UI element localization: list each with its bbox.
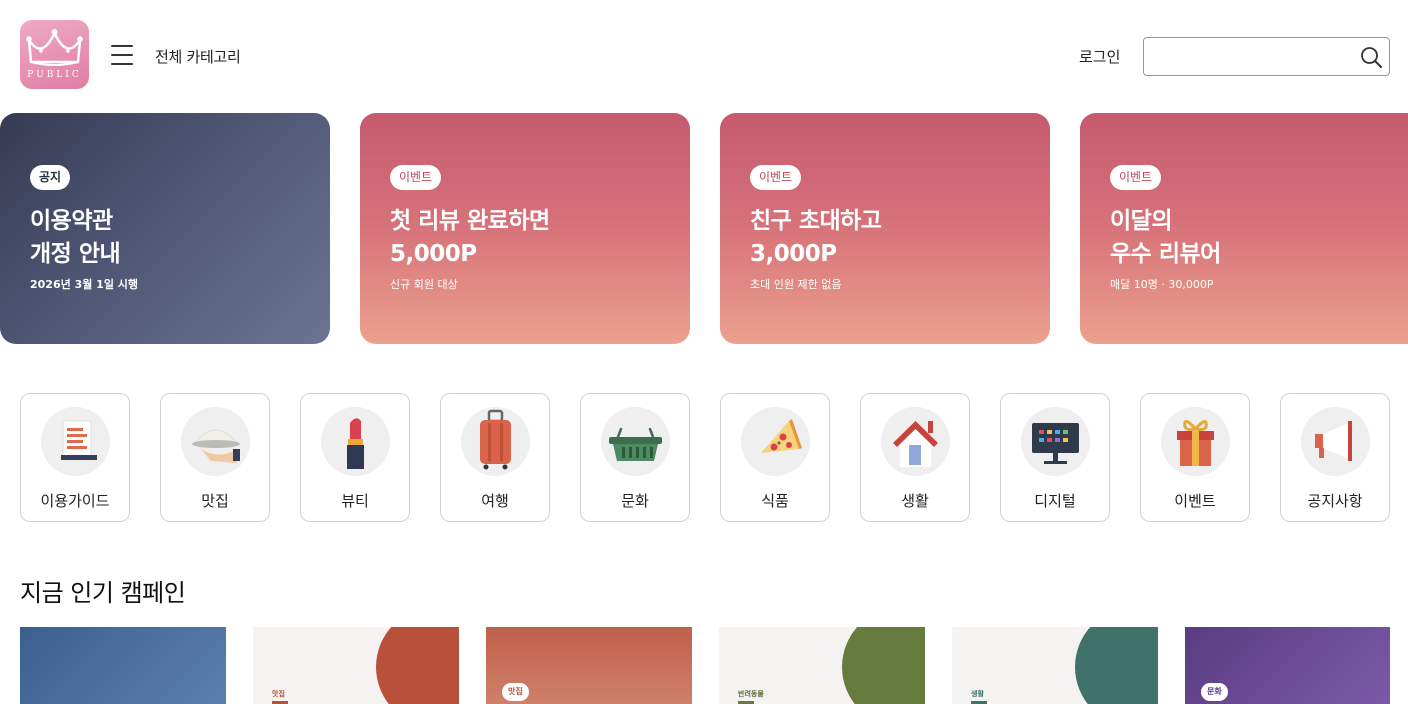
category-label: 맛집 [201,492,229,510]
category-icon-circle [181,407,250,476]
pizza-icon [761,419,802,453]
banner-event-best-reviewer[interactable]: 이벤트 이달의 우수 리뷰어 매달 10명 · 30,000P [1080,113,1408,344]
category-food[interactable]: 식품 [720,393,830,522]
category-label: 식품 [761,492,789,510]
category-icon-circle [1161,407,1230,476]
campaign-card[interactable]: 맛집 [486,627,692,704]
category-icon-circle [601,407,670,476]
search-icon[interactable] [1359,45,1383,69]
category-notice[interactable]: 공지사항 [1280,393,1390,522]
header: PUBLIC 전체 카테고리 로그인 [0,0,1408,112]
category-travel[interactable]: 여행 [440,393,550,522]
all-categories-link[interactable]: 전체 카테고리 [155,46,241,67]
banner-title-line1: 첫 리뷰 완료하면 [390,208,550,234]
banner-badge: 이벤트 [390,165,442,190]
banner-subtitle: 신규 회원 대상 [390,278,458,291]
category-icon-circle [881,407,950,476]
banner-badge: 이벤트 [1110,165,1162,190]
category-restaurant[interactable]: 맛집 [160,393,270,522]
banner-title-line2: 3,000P [750,241,837,267]
category-label: 디지털 [1034,492,1076,510]
banner-title-line2: 5,000P [390,241,477,267]
logo[interactable]: PUBLIC [20,20,89,89]
guide-icon [61,420,97,460]
category-living[interactable]: 생활 [860,393,970,522]
campaign-tag: 맛집 [502,683,529,701]
banner-badge: 이벤트 [750,165,802,190]
campaign-thumbnail-shape [842,627,925,704]
monitor-icon [1032,423,1079,464]
category-label: 뷰티 [341,492,369,510]
banner-event-invite-friend[interactable]: 이벤트 친구 초대하고 3,000P 초대 인원 제한 없음 [720,113,1050,344]
banner-subtitle: 초대 인원 제한 없음 [750,278,842,291]
banner-title: 첫 리뷰 완료하면 5,000P [390,205,550,271]
banner-title-line2: 개정 안내 [30,241,121,267]
category-culture[interactable]: 문화 [580,393,690,522]
category-icon-circle [41,407,110,476]
campaign-tag: 생활 [971,690,984,698]
category-beauty[interactable]: 뷰티 [300,393,410,522]
banner-title-line1: 이달의 [1110,208,1172,234]
category-icon-circle [321,407,390,476]
category-digital[interactable]: 디지털 [1000,393,1110,522]
category-label: 이용가이드 [40,492,110,510]
banner-title-line1: 친구 초대하고 [750,208,882,234]
campaign-card[interactable]: 생활 [952,627,1158,704]
category-label: 생활 [901,492,929,510]
campaign-thumbnail-shape [376,627,459,704]
category-guide[interactable]: 이용가이드 [20,393,130,522]
section-title: 지금 인기 캠페인 [20,579,186,607]
banner-subtitle: 매달 10명 · 30,000P [1110,278,1214,291]
campaign-tag: 맛집 [272,690,285,698]
banner-notice[interactable]: 공지 이용약관 개정 안내 2026년 3월 1일 시행 [0,113,330,344]
search-box [1143,37,1390,76]
house-icon [893,421,938,467]
login-link[interactable]: 로그인 [1079,46,1120,67]
hamburger-menu-icon[interactable] [110,43,134,67]
basket-icon [609,427,662,461]
category-icon-circle [1021,407,1090,476]
lipstick-icon [347,418,364,469]
dish-icon [192,414,240,463]
banner-title: 이달의 우수 리뷰어 [1110,205,1221,271]
campaign-card[interactable] [20,627,226,704]
campaign-tag: 문화 [1201,683,1228,701]
banner-subtitle: 2026년 3월 1일 시행 [30,278,139,291]
banner-title-line1: 이용약관 [30,208,113,234]
campaign-card[interactable]: 반려동물 [719,627,925,704]
campaign-card[interactable]: 문화 [1185,627,1390,704]
category-icon-circle [1301,407,1370,476]
campaign-thumbnail-shape [1075,627,1158,704]
campaign-tag: 반려동물 [738,690,764,698]
banner-badge: 공지 [30,165,71,190]
banner-event-first-review[interactable]: 이벤트 첫 리뷰 완료하면 5,000P 신규 회원 대상 [360,113,690,344]
category-event[interactable]: 이벤트 [1140,393,1250,522]
category-label: 문화 [621,492,649,510]
gift-icon [1177,420,1214,466]
category-label: 공지사항 [1307,492,1363,510]
logo-text: PUBLIC [27,70,82,80]
megaphone-icon [1315,421,1352,461]
category-label: 이벤트 [1174,492,1216,510]
category-label: 여행 [481,492,509,510]
category-icon-circle [741,407,810,476]
banner-title: 친구 초대하고 3,000P [750,205,882,271]
suitcase-icon [480,409,511,470]
search-input[interactable] [1154,46,1354,68]
category-icon-circle [461,407,530,476]
campaign-card[interactable]: 맛집 [253,627,459,704]
banner-title: 이용약관 개정 안내 [30,205,121,271]
banner-title-line2: 우수 리뷰어 [1110,241,1221,267]
